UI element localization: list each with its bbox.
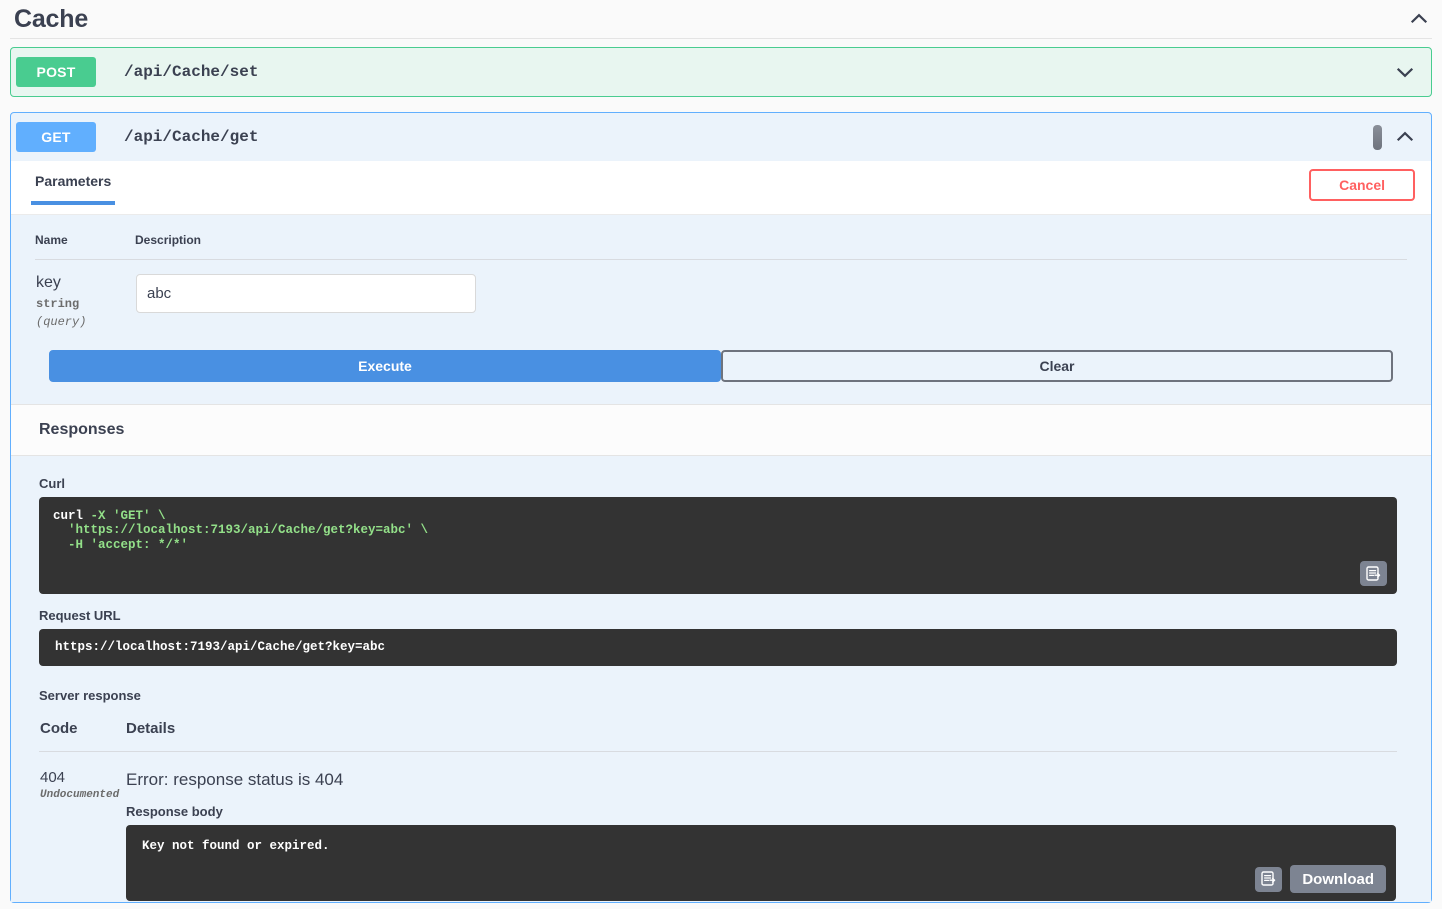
page-title: Cache [14,5,88,34]
curl-actions[interactable] [1360,561,1387,586]
operation-summary[interactable]: GET /api/Cache/get [11,113,1431,161]
operation-post-cache-set[interactable]: POST /api/Cache/set [10,47,1432,97]
execute-row: Execute Clear [11,330,1431,404]
parameters-table: Name Description key string (query) [35,233,1407,330]
status-code: 404 [40,770,124,786]
response-code-cell: 404 Undocumented [39,752,125,903]
status-badge: Undocumented [40,789,124,801]
response-header-row: Code Details [39,719,1397,752]
responses-body: Curl curl -X 'GET' \ 'https://localhost:… [11,456,1431,903]
response-body-block[interactable]: Key not found or expired. [126,825,1396,901]
parameter-name: key [36,274,134,292]
chevron-down-icon[interactable] [1394,61,1416,83]
parameter-type: string [36,297,134,311]
response-message: Error: response status is 404 [126,770,1396,790]
server-response-table: Code Details 404 Undocumented Error: res… [39,719,1397,902]
key-input[interactable] [136,274,476,313]
operation-summary-controls[interactable] [1373,125,1426,150]
operation-summary[interactable]: POST /api/Cache/set [11,48,1431,96]
operation-path: /api/Cache/set [124,63,1394,81]
responses-title: Responses [39,421,124,438]
swagger-ui-page: Cache POST /api/Cache/set GET /api/Ca [0,0,1442,909]
http-method-badge: POST [16,57,96,87]
request-url-label: Request URL [39,608,1397,623]
curl-label: Curl [39,476,1397,491]
http-method-badge: GET [16,122,96,152]
tag-divider [10,38,1432,39]
chevron-up-icon[interactable] [1408,8,1430,30]
copy-icon[interactable] [1360,561,1387,586]
column-header-code: Code [39,719,125,752]
request-url-block[interactable]: https://localhost:7193/api/Cache/get?key… [39,629,1397,666]
response-body-actions[interactable]: Download [1255,865,1386,893]
operation-get-cache-get[interactable]: GET /api/Cache/get Parameters Cancel [10,112,1432,903]
parameter-location: (query) [36,315,134,329]
table-row: 404 Undocumented Error: response status … [39,752,1397,903]
execute-button[interactable]: Execute [49,350,721,382]
operation-summary-controls[interactable] [1394,61,1426,83]
curl-line-3: -H 'accept: */*' [53,538,188,552]
column-header-description: Description [135,233,1407,260]
parameters-header-row: Name Description [35,233,1407,260]
parameter-meta-cell: key string (query) [35,260,135,330]
clear-button[interactable]: Clear [721,350,1393,382]
tabs-row: Parameters Cancel [11,161,1431,215]
parameters-section: Name Description key string (query) [11,215,1431,330]
response-body-text: Key not found or expired. [142,839,330,853]
curl-line-1-prefix: curl [53,509,91,523]
table-row: key string (query) [35,260,1407,330]
download-button[interactable]: Download [1290,865,1386,893]
column-header-name: Name [35,233,135,260]
response-body-label: Response body [126,804,1396,819]
column-header-details: Details [125,719,1397,752]
curl-line-2: 'https://localhost:7193/api/Cache/get?ke… [53,523,428,537]
curl-line-1: -X 'GET' \ [91,509,166,523]
parameter-value-cell [135,260,1407,330]
cancel-button[interactable]: Cancel [1309,169,1415,201]
tab-parameters[interactable]: Parameters [31,173,115,205]
curl-code-block[interactable]: curl -X 'GET' \ 'https://localhost:7193/… [39,497,1397,595]
copy-icon[interactable] [1255,867,1282,892]
tag-header[interactable]: Cache [0,0,1442,38]
server-response-label: Server response [39,688,1397,703]
copy-link-icon[interactable] [1373,125,1382,150]
operation-path: /api/Cache/get [124,128,1373,146]
operation-body: Parameters Cancel Name Description [11,161,1431,902]
chevron-up-icon[interactable] [1394,126,1416,148]
response-details-cell: Error: response status is 404 Response b… [125,752,1397,903]
responses-header: Responses [11,404,1431,456]
